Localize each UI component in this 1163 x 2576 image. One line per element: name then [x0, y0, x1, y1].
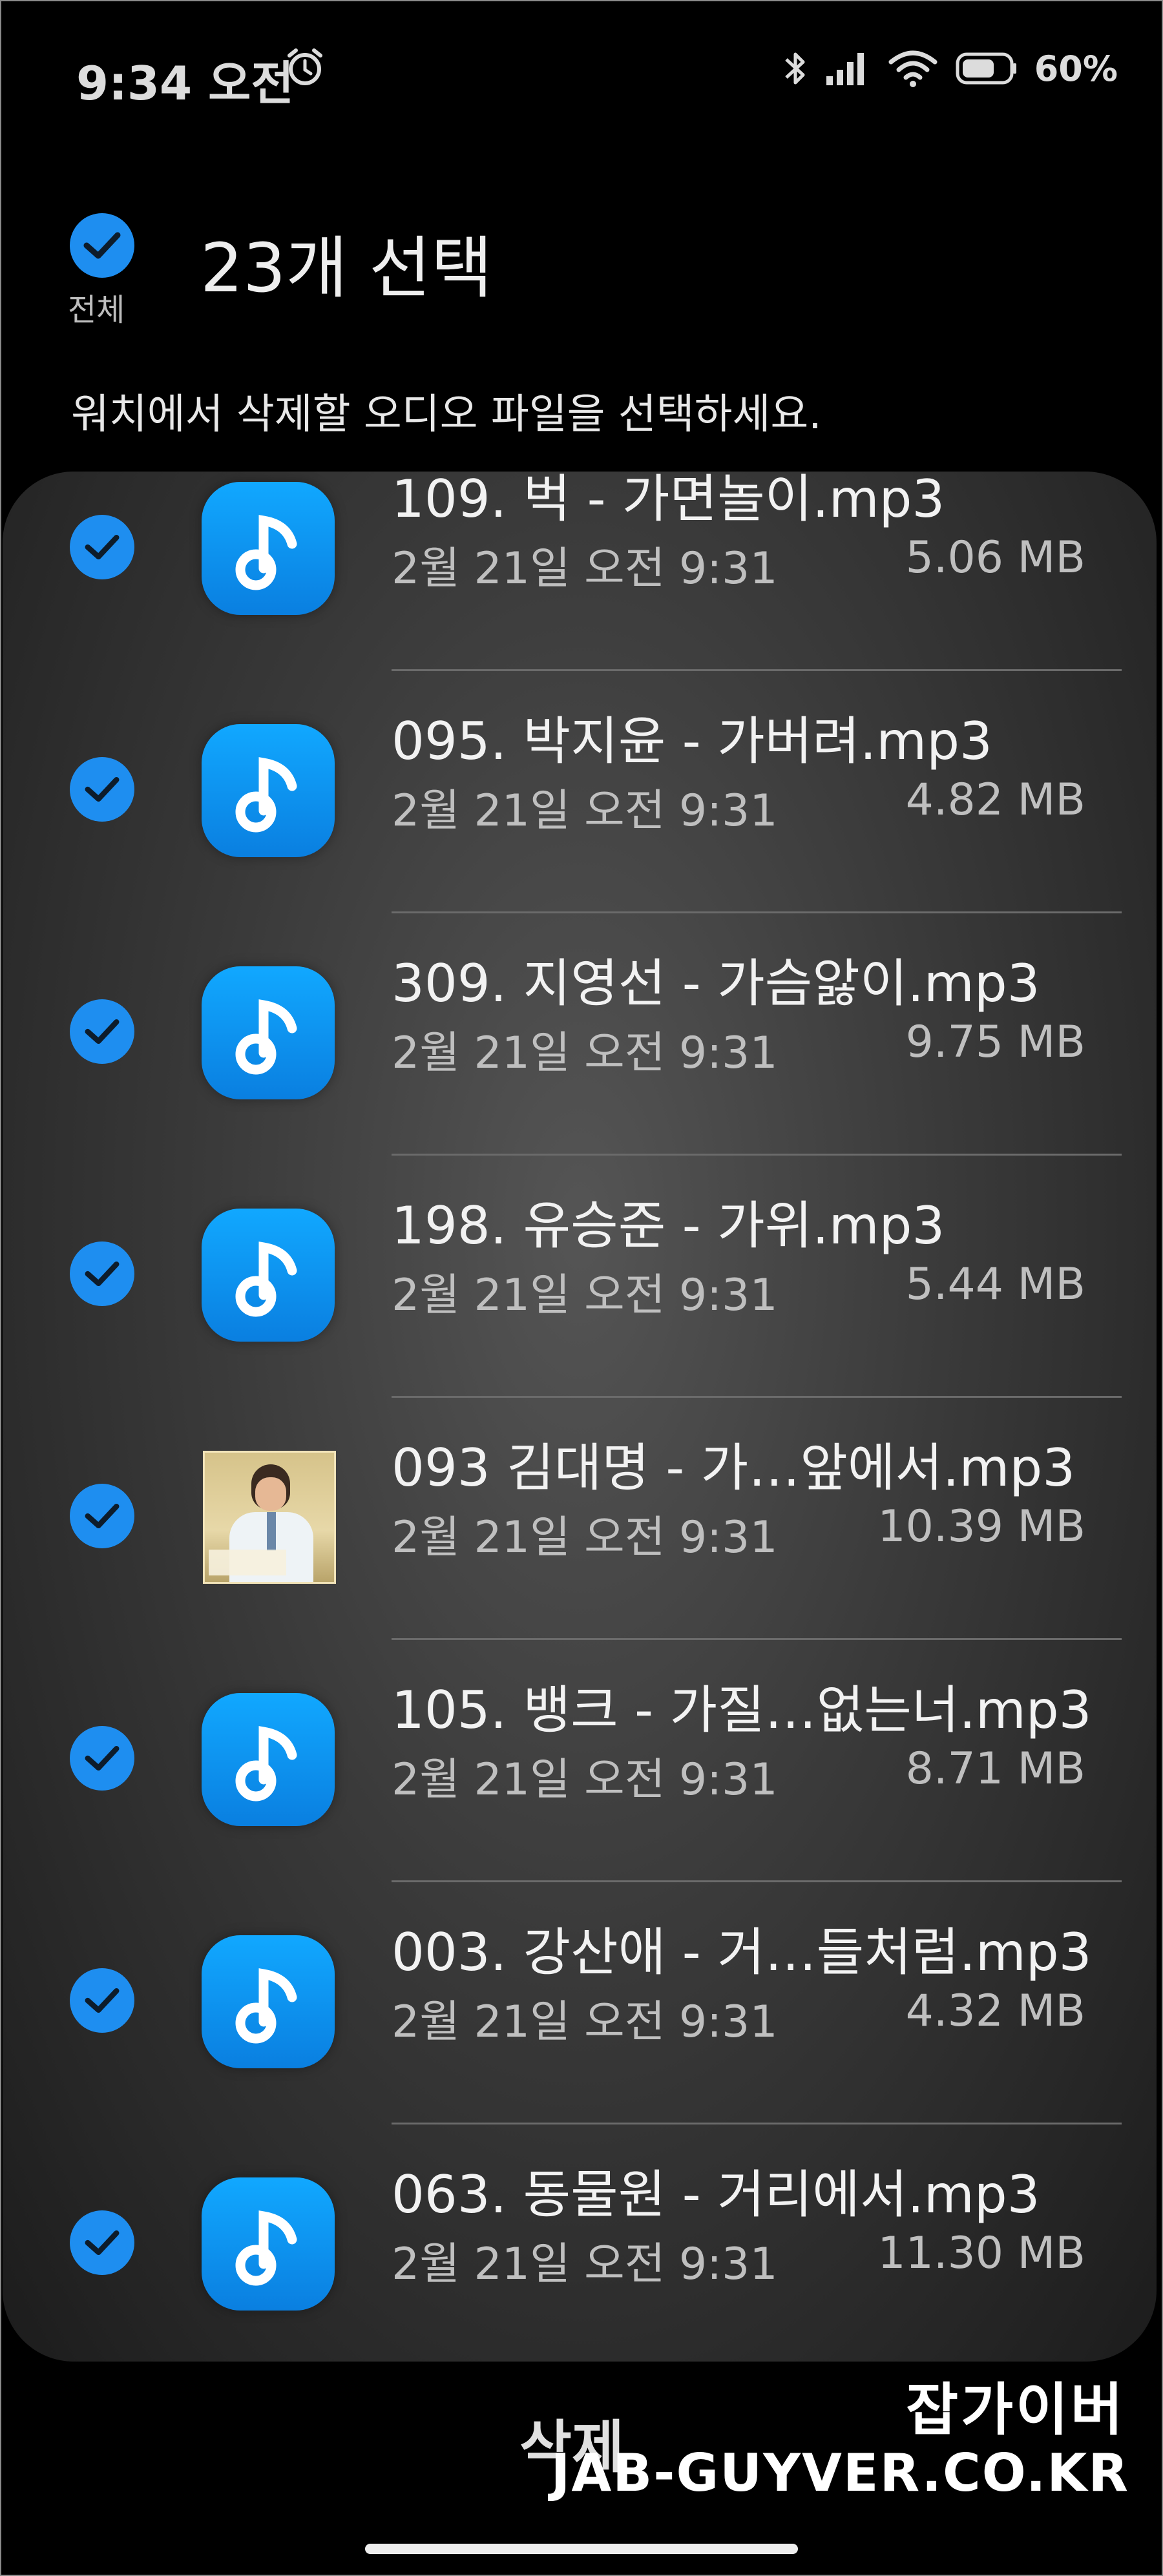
- music-note-icon: [202, 482, 335, 615]
- bluetooth-icon: [785, 52, 805, 85]
- file-date: 2월 21일 오전 9:31: [392, 1997, 778, 2048]
- battery-percentage: 60%: [1034, 48, 1118, 89]
- divider: [392, 2123, 1122, 2124]
- file-name: 003. 강산애 - 거…들처럼.mp3: [392, 1922, 1092, 1982]
- item-checkbox[interactable]: [70, 515, 134, 579]
- file-date: 2월 21일 오전 9:31: [392, 1754, 778, 1805]
- divider: [392, 1880, 1122, 1882]
- item-checkbox[interactable]: [70, 1484, 134, 1548]
- file-size: 5.44 MB: [905, 1259, 1085, 1310]
- file-name: 109. 벅 - 가면놀이.mp3: [392, 472, 945, 529]
- battery-icon: [956, 52, 1016, 85]
- item-checkbox[interactable]: [70, 1968, 134, 2033]
- file-date: 2월 21일 오전 9:31: [392, 543, 778, 594]
- check-icon: [85, 534, 120, 560]
- music-note-icon: [202, 724, 335, 857]
- list-item[interactable]: 198. 유승준 - 가위.mp3 2월 21일 오전 9:31 5.44 MB: [3, 1196, 1157, 1451]
- music-note-icon: [202, 966, 335, 1099]
- file-list: 109. 벅 - 가면놀이.mp3 2월 21일 오전 9:31 5.06 MB…: [3, 472, 1157, 2362]
- file-name: 198. 유승준 - 가위.mp3: [392, 1196, 945, 1256]
- check-icon: [85, 2230, 120, 2256]
- item-checkbox[interactable]: [70, 757, 134, 822]
- file-date: 2월 21일 오전 9:31: [392, 2239, 778, 2290]
- file-size: 5.06 MB: [905, 532, 1085, 583]
- file-date: 2월 21일 오전 9:31: [392, 1028, 778, 1079]
- gesture-nav-handle[interactable]: [365, 2544, 798, 2554]
- page-title: 23개 선택: [200, 229, 493, 307]
- file-date: 2월 21일 오전 9:31: [392, 1270, 778, 1321]
- select-all-checkbox[interactable]: [70, 213, 134, 278]
- check-icon: [85, 1988, 120, 2013]
- file-name: 309. 지영선 - 가슴앓이.mp3: [392, 953, 1040, 1013]
- divider: [392, 1638, 1122, 1640]
- check-icon: [85, 1503, 120, 1529]
- wifi-icon: [888, 50, 938, 87]
- check-icon: [85, 1261, 120, 1287]
- list-item[interactable]: 109. 벅 - 가면놀이.mp3 2월 21일 오전 9:31 5.06 MB: [3, 472, 1157, 724]
- music-note-icon: [202, 1693, 335, 1826]
- divider: [392, 1154, 1122, 1156]
- divider: [392, 911, 1122, 913]
- status-time: 9:34 오전: [76, 56, 294, 110]
- item-checkbox[interactable]: [70, 999, 134, 1064]
- item-checkbox[interactable]: [70, 2210, 134, 2275]
- music-note-icon: [202, 2177, 335, 2311]
- music-note-icon: [202, 1935, 335, 2068]
- divider: [392, 669, 1122, 671]
- file-name: 095. 박지윤 - 가버려.mp3: [392, 711, 992, 771]
- divider: [392, 1396, 1122, 1398]
- file-name: 105. 뱅크 - 가질…없는너.mp3: [392, 1680, 1092, 1740]
- file-size: 4.32 MB: [905, 1986, 1085, 2037]
- file-size: 10.39 MB: [877, 1501, 1085, 1552]
- watermark-korean: 잡가이버: [906, 2376, 1126, 2443]
- list-item[interactable]: 095. 박지윤 - 가버려.mp3 2월 21일 오전 9:31 4.82 M…: [3, 711, 1157, 966]
- instruction-text: 워치에서 삭제할 오디오 파일을 선택하세요.: [71, 391, 822, 439]
- list-item[interactable]: 063. 동물원 - 거리에서.mp3 2월 21일 오전 9:31 11.30…: [3, 2165, 1157, 2362]
- item-checkbox[interactable]: [70, 1726, 134, 1791]
- list-item[interactable]: 003. 강산애 - 거…들처럼.mp3 2월 21일 오전 9:31 4.32…: [3, 1922, 1157, 2177]
- check-icon: [83, 232, 121, 259]
- alarm-icon: [288, 48, 322, 85]
- file-name: 063. 동물원 - 거리에서.mp3: [392, 2165, 1040, 2225]
- check-icon: [85, 1745, 120, 1771]
- music-note-icon: [202, 1209, 335, 1342]
- watermark-url: JAB-GUYVER.CO.KR: [550, 2443, 1129, 2503]
- item-checkbox[interactable]: [70, 1241, 134, 1306]
- list-item[interactable]: 105. 뱅크 - 가질…없는너.mp3 2월 21일 오전 9:31 8.71…: [3, 1680, 1157, 1935]
- check-icon: [85, 776, 120, 802]
- file-date: 2월 21일 오전 9:31: [392, 785, 778, 836]
- select-all-label: 전체: [68, 292, 125, 328]
- file-size: 8.71 MB: [905, 1743, 1085, 1794]
- status-icons: 60%: [782, 48, 1118, 89]
- album-art-thumbnail: [203, 1451, 336, 1584]
- file-size: 9.75 MB: [905, 1017, 1085, 1068]
- list-item[interactable]: 309. 지영선 - 가슴앓이.mp3 2월 21일 오전 9:31 9.75 …: [3, 953, 1157, 1209]
- signal-icon: [826, 53, 864, 85]
- file-date: 2월 21일 오전 9:31: [392, 1512, 778, 1563]
- file-name: 093 김대명 - 가…앞에서.mp3: [392, 1438, 1076, 1498]
- list-item[interactable]: 093 김대명 - 가…앞에서.mp3 2월 21일 오전 9:31 10.39…: [3, 1438, 1157, 1693]
- file-size: 4.82 MB: [905, 774, 1085, 826]
- file-size: 11.30 MB: [877, 2228, 1085, 2279]
- check-icon: [85, 1019, 120, 1044]
